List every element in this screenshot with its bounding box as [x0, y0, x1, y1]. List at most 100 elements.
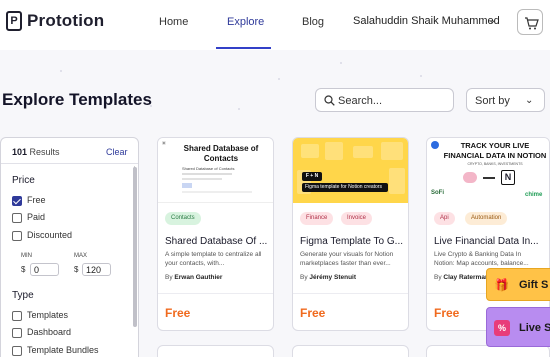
bg-dot: [278, 78, 280, 80]
search-box[interactable]: [315, 88, 454, 112]
checkbox[interactable]: [12, 231, 22, 241]
option-label: Template Bundles: [27, 345, 99, 355]
thumb-title: Shared Database of Contacts: [183, 144, 259, 163]
live-promo-label: Live S: [519, 322, 550, 334]
bg-dot: [238, 108, 240, 110]
checkbox[interactable]: [12, 328, 22, 338]
thumb-icon: [182, 183, 192, 188]
arrow-icon: [483, 177, 495, 179]
template-card[interactable]: [292, 345, 409, 357]
notion-icon: N: [501, 170, 515, 185]
card-author: By Jérémy Stenuit: [300, 274, 357, 281]
price-section-title: Price: [12, 175, 35, 186]
tag-automation: Automation: [465, 212, 508, 225]
card-price: Free: [434, 306, 460, 320]
piggy-bank-icon: [463, 172, 477, 183]
sort-label: Sort by: [475, 95, 510, 107]
thumb-block: [353, 146, 373, 158]
thumb-line: [182, 173, 232, 175]
option-label: Free: [27, 195, 46, 205]
card-title[interactable]: Shared Database Of ...: [165, 236, 271, 247]
checkbox[interactable]: [12, 311, 22, 321]
thumb-title: TRACK YOUR LIVE FINANCIAL DATA IN NOTION: [443, 141, 547, 160]
checkbox[interactable]: [12, 213, 22, 223]
logo-icon[interactable]: P: [6, 11, 22, 31]
card-thumbnail: F + N Figma template for Notion creators: [293, 138, 408, 203]
template-card[interactable]: TRACK YOUR LIVE FINANCIAL DATA IN NOTION…: [426, 137, 550, 331]
thumb-block: [325, 142, 343, 160]
card-thumbnail: TRACK YOUR LIVE FINANCIAL DATA IN NOTION…: [427, 138, 549, 203]
tag-api: Api: [434, 212, 455, 225]
bg-dot: [60, 70, 62, 72]
chevron-down-icon: ⌄: [525, 95, 534, 106]
option-label: Discounted: [27, 230, 73, 240]
card-thumbnail: ▣ Shared Database of Contacts Shared Dat…: [158, 138, 273, 203]
type-section-title: Type: [12, 290, 34, 301]
filter-sidebar: 101 Results Clear Price Free Paid Discou…: [0, 137, 139, 357]
max-label: MAX: [74, 253, 88, 259]
min-price-input[interactable]: [30, 263, 59, 276]
gift-promo-button[interactable]: 🎁 Gift S: [486, 268, 550, 301]
top-nav-bar: P Prototion Home Explore Blog Salahuddin…: [0, 0, 550, 50]
thumb-line: [182, 191, 252, 193]
live-promo-button[interactable]: % Live S: [486, 307, 550, 347]
chevron-down-icon[interactable]: ⌄: [488, 15, 496, 26]
currency-symbol: $: [74, 265, 79, 274]
currency-symbol: $: [21, 265, 26, 274]
nav-active-indicator: [216, 47, 271, 49]
thumb-block: [301, 144, 319, 158]
template-card[interactable]: [157, 345, 274, 357]
tag-invoice: Invoice: [341, 212, 373, 225]
cart-button[interactable]: [517, 9, 543, 35]
tag-contacts: Contacts: [165, 212, 201, 225]
template-card[interactable]: F + N Figma template for Notion creators…: [292, 137, 409, 331]
page-title: Explore Templates: [2, 90, 152, 109]
template-card[interactable]: ▣ Shared Database of Contacts Shared Dat…: [157, 137, 274, 331]
thumb-line: [182, 178, 222, 180]
card-description: A simple template to centralize all your…: [165, 251, 262, 267]
divider: [158, 293, 273, 294]
brand-name[interactable]: Prototion: [27, 11, 104, 31]
max-price-input[interactable]: [82, 263, 111, 276]
card-title[interactable]: Live Financial Data In...: [434, 236, 540, 247]
card-price: Free: [165, 306, 191, 320]
thumb-badge-icon: [431, 141, 439, 149]
thumb-subtitle: CRYPTO, BANKS, INVESTMENTS: [467, 162, 523, 166]
search-icon: [324, 95, 335, 106]
bg-dot: [420, 75, 422, 77]
nav-explore[interactable]: Explore: [227, 16, 264, 28]
option-label: Templates: [27, 310, 69, 320]
sort-dropdown[interactable]: Sort by ⌄: [466, 88, 545, 112]
chime-logo: chime: [525, 192, 543, 198]
gift-promo-label: Gift S: [519, 279, 549, 291]
sidebar-scrollbar[interactable]: [133, 167, 137, 327]
card-title[interactable]: Figma Template To G...: [300, 236, 406, 247]
sofi-logo: SoFi: [431, 190, 444, 196]
user-menu[interactable]: Salahuddin Shaik Muhammed: [353, 15, 500, 27]
thumb-caption: Shared Database of Contacts: [182, 166, 235, 171]
option-label: Paid: [27, 212, 46, 222]
nav-blog[interactable]: Blog: [302, 16, 324, 28]
divider: [293, 293, 408, 294]
sale-tag-icon: %: [494, 320, 510, 336]
gift-icon: 🎁: [494, 278, 509, 292]
min-label: MIN: [21, 253, 32, 259]
thumb-block: [389, 168, 405, 194]
nav-home[interactable]: Home: [159, 16, 188, 28]
clear-filters-link[interactable]: Clear: [106, 147, 128, 157]
thumb-badge: Figma template for Notion creators: [302, 183, 388, 192]
card-author: By Erwan Gauthier: [165, 274, 223, 281]
checkbox[interactable]: [12, 196, 22, 206]
search-input[interactable]: [338, 92, 448, 109]
card-description: Generate your visuals for Notion marketp…: [300, 251, 394, 267]
divider: [1, 163, 138, 164]
bg-dot: [340, 62, 342, 64]
card-price: Free: [300, 306, 326, 320]
tag-finance: Finance: [300, 212, 334, 225]
card-description: Live Crypto & Banking Data In Notion: Ma…: [434, 251, 529, 267]
option-label: Dashboard: [27, 327, 72, 337]
thumb-mark: ▣: [162, 140, 166, 145]
checkbox[interactable]: [12, 346, 22, 356]
results-count: 101 Results: [12, 147, 60, 157]
thumb-block: [381, 142, 403, 160]
